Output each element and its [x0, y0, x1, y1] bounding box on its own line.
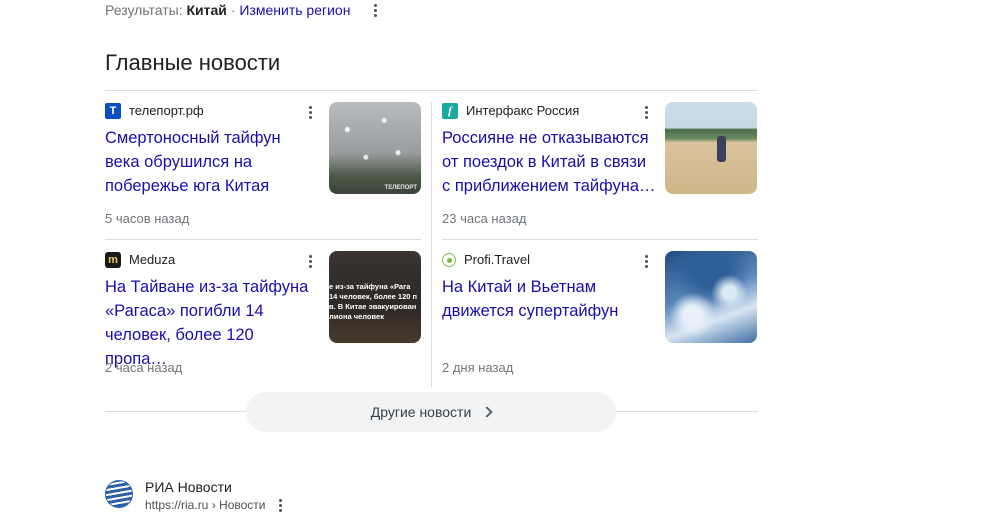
more-vert-icon[interactable] — [304, 103, 316, 121]
news-headline[interactable]: Смертоносный тайфун века обрушился на по… — [105, 126, 319, 198]
chevron-right-icon — [481, 406, 493, 418]
source-name: телепорт.рф — [129, 103, 204, 118]
news-time: 5 часов назад — [105, 211, 190, 226]
more-news-button[interactable]: Другие новости — [246, 392, 616, 432]
more-vert-icon[interactable] — [640, 252, 652, 270]
news-card-1[interactable]: T телепорт.рф Смертоносный тайфун века о… — [105, 102, 421, 232]
news-card-2[interactable]: f Интерфакс Россия Россияне не отказываю… — [442, 102, 758, 232]
section-title: Главные новости — [105, 50, 281, 75]
change-region-link[interactable]: Изменить регион — [239, 2, 350, 18]
news-headline[interactable]: Россияне не отказываются от поездок в Ки… — [442, 126, 656, 198]
source-name: Интерфакс Россия — [466, 103, 580, 118]
region-separator: · — [230, 2, 236, 18]
news-time: 2 дня назад — [442, 360, 514, 375]
meduza-favicon-icon: m — [105, 252, 121, 268]
news-thumbnail[interactable]: ТЕЛЕПОРТ — [329, 102, 421, 194]
more-news-label: Другие новости — [370, 404, 472, 420]
more-vert-icon[interactable] — [304, 252, 316, 270]
news-source: f Интерфакс Россия — [442, 103, 579, 119]
region-country: Китай — [186, 2, 227, 18]
interfax-favicon-icon: f — [442, 103, 458, 119]
news-time: 2 часа назад — [105, 360, 183, 375]
news-headline[interactable]: На Тайване из-за тайфуна «Рагаса» погибл… — [105, 275, 319, 371]
thumbnail-caption-line: е из-за тайфуна «Рага — [329, 282, 411, 291]
news-card-4[interactable]: Profi.Travel На Китай и Вьетнам движется… — [442, 251, 758, 381]
news-source: T телепорт.рф — [105, 103, 204, 119]
news-thumbnail[interactable]: е из-за тайфуна «Рага 14 человек, более … — [329, 251, 421, 343]
thumbnail-caption-line: в. В Китае эвакуирован — [329, 302, 417, 311]
news-time: 23 часа назад — [442, 211, 527, 226]
region-prefix: Результаты: — [105, 2, 183, 18]
source-name: Meduza — [129, 252, 176, 267]
teleport-favicon-icon: T — [105, 103, 121, 119]
news-thumbnail[interactable] — [665, 102, 757, 194]
divider-vertical — [431, 102, 432, 387]
divider-row-left — [105, 239, 421, 240]
news-card-3[interactable]: m Meduza На Тайване из-за тайфуна «Рагас… — [105, 251, 421, 381]
news-source: Profi.Travel — [442, 252, 530, 268]
thumbnail-caption-line: 14 человек, более 120 п — [329, 292, 418, 301]
news-thumbnail[interactable] — [665, 251, 757, 343]
result-site-name[interactable]: РИА Новости — [145, 478, 232, 496]
ria-favicon-icon[interactable] — [105, 480, 133, 508]
more-vert-icon[interactable] — [369, 1, 381, 19]
news-headline[interactable]: На Китай и Вьетнам движется супертайфун — [442, 275, 656, 323]
thumbnail-caption-line: лиона человек — [329, 312, 384, 321]
thumbnail-watermark: ТЕЛЕПОРТ — [384, 185, 417, 191]
divider-top — [105, 90, 758, 91]
result-url[interactable]: https://ria.ru › Новости — [145, 497, 265, 513]
news-source: m Meduza — [105, 252, 175, 268]
more-vert-icon[interactable] — [274, 496, 286, 514]
more-vert-icon[interactable] — [640, 103, 652, 121]
thumbnail-caption: е из-за тайфуна «Рага 14 человек, более … — [329, 282, 417, 322]
source-name: Profi.Travel — [464, 252, 530, 267]
region-line: Результаты: Китай · Изменить регион — [105, 1, 350, 19]
divider-row-right — [442, 239, 758, 240]
profi-travel-favicon-icon — [442, 253, 456, 267]
